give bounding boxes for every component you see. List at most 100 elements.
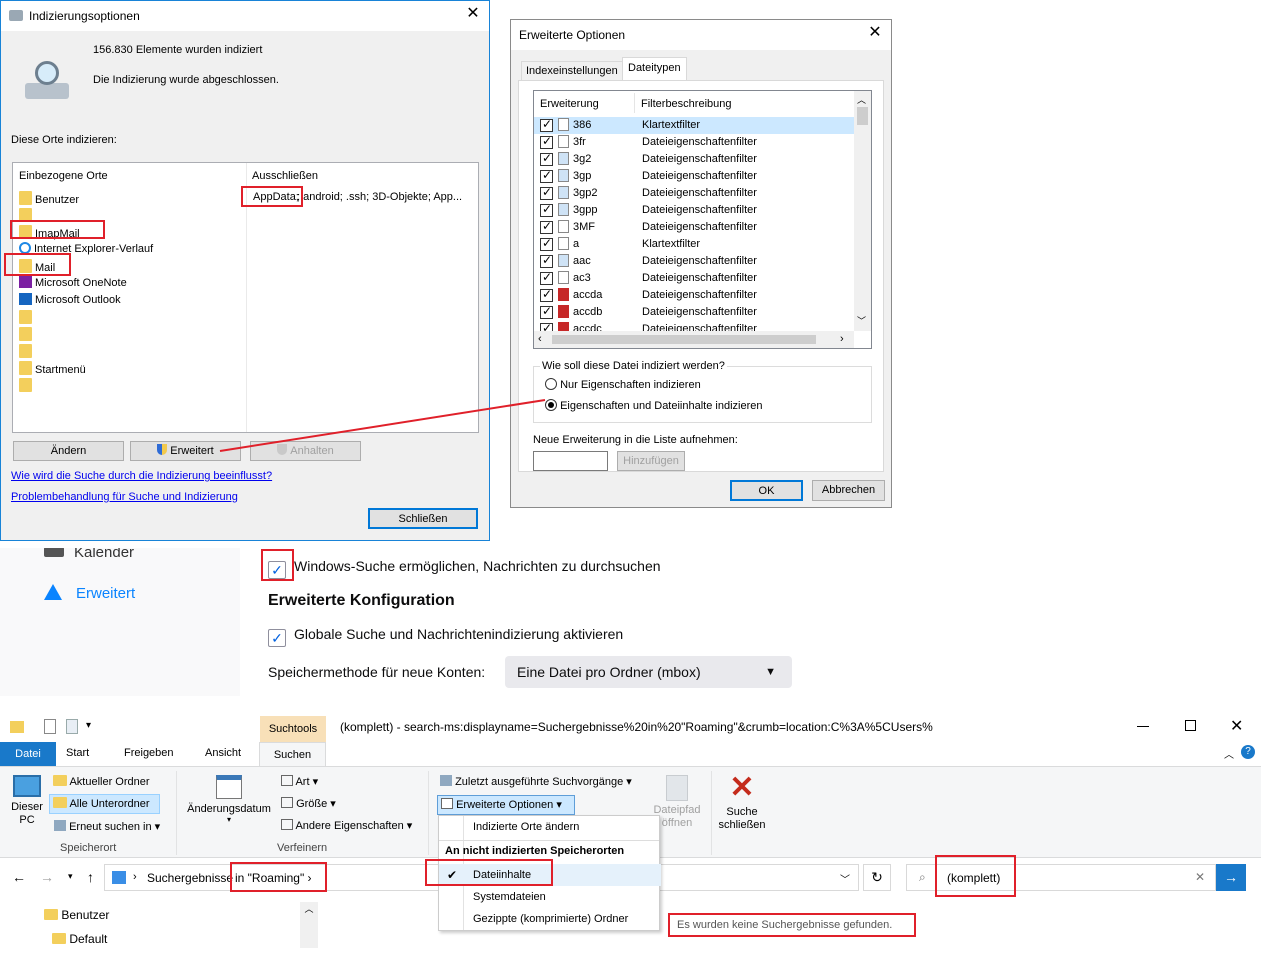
quick-access-toolbar: ▾: [10, 719, 100, 737]
chevron-down-icon: ▼: [765, 666, 776, 678]
highlight-file-contents: [425, 859, 553, 886]
tab-share[interactable]: Freigeben: [124, 747, 174, 759]
kind-button[interactable]: Art ▾: [281, 775, 318, 788]
clear-search-icon[interactable]: ✕: [1195, 870, 1205, 884]
global-search-label: Globale Suche und Nachrichtenindizierung…: [294, 626, 624, 642]
highlight-search-box: [935, 855, 1016, 897]
properties-icon[interactable]: [44, 719, 56, 734]
close-search-icon: ✕: [729, 771, 755, 804]
size-icon: [281, 797, 293, 808]
enable-search-label: Windows-Suche ermöglichen, Nachrichten z…: [294, 558, 661, 574]
highlight-breadcrumb: [230, 862, 327, 892]
tab-search[interactable]: Suchen: [259, 742, 326, 767]
kind-icon: [281, 775, 293, 786]
current-folder-label: Aktueller Ordner: [69, 776, 150, 788]
menu-system-files[interactable]: Systemdateien: [439, 886, 661, 908]
search-go-button[interactable]: →: [1216, 864, 1246, 891]
folder-icon: [44, 909, 58, 920]
kind-label: Art: [295, 776, 310, 788]
group-location-label: Speicherort: [60, 842, 117, 854]
calendar-icon: [216, 775, 242, 799]
folder-icon: [52, 933, 66, 944]
up-icon[interactable]: ↑: [87, 869, 94, 885]
size-button[interactable]: Größe ▾: [281, 797, 336, 810]
section-title: Erweiterte Konfiguration: [268, 592, 455, 609]
context-tab-header: Suchtools: [260, 716, 326, 742]
refresh-icon[interactable]: ↻: [863, 864, 891, 891]
menu-change-indexed-locations[interactable]: Indizierte Orte ändern: [439, 816, 661, 838]
thunderbird-settings: Kalender Erweitert ✓ Windows-Suche ermögl…: [0, 548, 820, 696]
recent-searches-button[interactable]: Zuletzt ausgeführte Suchvorgänge ▾: [440, 775, 632, 788]
properties-icon: [281, 819, 293, 830]
breadcrumb-prefix: Suchergebnisse: [147, 871, 234, 885]
maximize-icon[interactable]: [1185, 720, 1196, 731]
date-modified-button[interactable]: Änderungsdatum ▾: [183, 775, 275, 824]
current-folder-button[interactable]: Aktueller Ordner: [53, 775, 150, 788]
recent-dropdown-icon[interactable]: ▾: [68, 871, 73, 882]
search-again-button[interactable]: Erneut suchen in ▾: [54, 820, 160, 833]
tree-default-label: Default: [69, 932, 108, 946]
menu-separator: [439, 840, 659, 841]
open-path-icon: [666, 775, 688, 801]
tree-users-label: Benutzer: [61, 908, 110, 922]
close-search-button[interactable]: ✕ Suche schließen: [715, 773, 769, 832]
wizard-hat-icon: [44, 584, 62, 600]
checkbox-checked-icon[interactable]: ✓: [268, 629, 286, 647]
tab-file[interactable]: Datei: [0, 742, 56, 766]
close-icon[interactable]: ✕: [1230, 716, 1243, 736]
address-dropdown-icon[interactable]: ﹀: [840, 871, 850, 886]
forward-icon[interactable]: →: [40, 869, 54, 885]
dropdown-icon[interactable]: ▾: [86, 720, 91, 731]
tab-view[interactable]: Ansicht: [205, 747, 241, 759]
tree-scrollbar[interactable]: ︿: [300, 902, 318, 948]
search-results-icon: [112, 871, 126, 884]
menu-zip-folders[interactable]: Gezippte (komprimierte) Ordner: [439, 908, 661, 930]
new-folder-icon[interactable]: [66, 719, 78, 734]
monitor-icon: [13, 775, 41, 797]
this-pc-label: Dieser PC: [11, 801, 43, 826]
window-title: (komplett) - search-ms:displayname=Suche…: [340, 720, 933, 734]
recent-searches-label: Zuletzt ausgeführte Suchvorgänge: [455, 776, 624, 788]
folders-icon: [53, 797, 67, 808]
group-divider: [428, 771, 429, 855]
tab-home[interactable]: Start: [66, 747, 89, 759]
nav-advanced[interactable]: Erweitert: [44, 584, 135, 602]
collapse-ribbon-icon[interactable]: ︿: [1224, 746, 1234, 761]
nav-calendar-label: Kalender: [74, 548, 135, 561]
other-props-button[interactable]: Andere Eigenschaften ▾: [281, 819, 412, 832]
chevron-down-icon: ▾: [226, 815, 231, 824]
search-again-icon: [54, 820, 66, 831]
storage-select[interactable]: Eine Datei pro Ordner (mbox) ▼: [505, 656, 792, 688]
other-props-label: Andere Eigenschaften: [295, 820, 404, 832]
tree-item-users[interactable]: Benutzer: [44, 908, 109, 922]
search-icon: ⌕: [919, 870, 926, 884]
close-search-label: Suche schließen: [718, 806, 766, 831]
menu-header: An nicht indizierten Speicherorten: [445, 845, 625, 857]
highlight-no-results: [668, 913, 916, 937]
minimize-icon[interactable]: [1137, 726, 1149, 727]
this-pc-button[interactable]: Dieser PC: [6, 775, 48, 827]
breadcrumb-chevron-icon: ›: [133, 871, 137, 883]
help-icon[interactable]: ?: [1241, 745, 1255, 759]
group-refine-label: Verfeinern: [277, 842, 328, 854]
connector-arrow: [219, 399, 546, 452]
group-divider: [711, 771, 712, 855]
enable-search-option[interactable]: ✓ Windows-Suche ermöglichen, Nachrichten …: [268, 558, 661, 579]
storage-select-value: Eine Datei pro Ordner (mbox): [517, 664, 701, 680]
size-label: Größe: [296, 798, 328, 810]
folder-icon: [53, 775, 67, 786]
arrow-right-icon: →: [1224, 869, 1238, 885]
advanced-options-icon: [441, 798, 453, 809]
advanced-options-button[interactable]: Erweiterte Optionen ▾: [437, 795, 575, 815]
back-icon[interactable]: ←: [12, 869, 26, 885]
folder-icon[interactable]: [10, 721, 24, 733]
calendar-icon: [44, 548, 64, 557]
all-subfolders-label: Alle Unterordner: [69, 798, 150, 810]
group-divider: [176, 771, 177, 855]
nav-calendar[interactable]: Kalender: [44, 548, 134, 561]
tree-item-default[interactable]: Default: [52, 932, 107, 946]
advanced-options-label: Erweiterte Optionen: [456, 799, 554, 811]
all-subfolders-button[interactable]: Alle Unterordner: [49, 794, 160, 814]
global-search-option[interactable]: ✓ Globale Suche und Nachrichtenindizierun…: [268, 626, 623, 647]
highlight-enable-checkbox: [261, 549, 294, 581]
